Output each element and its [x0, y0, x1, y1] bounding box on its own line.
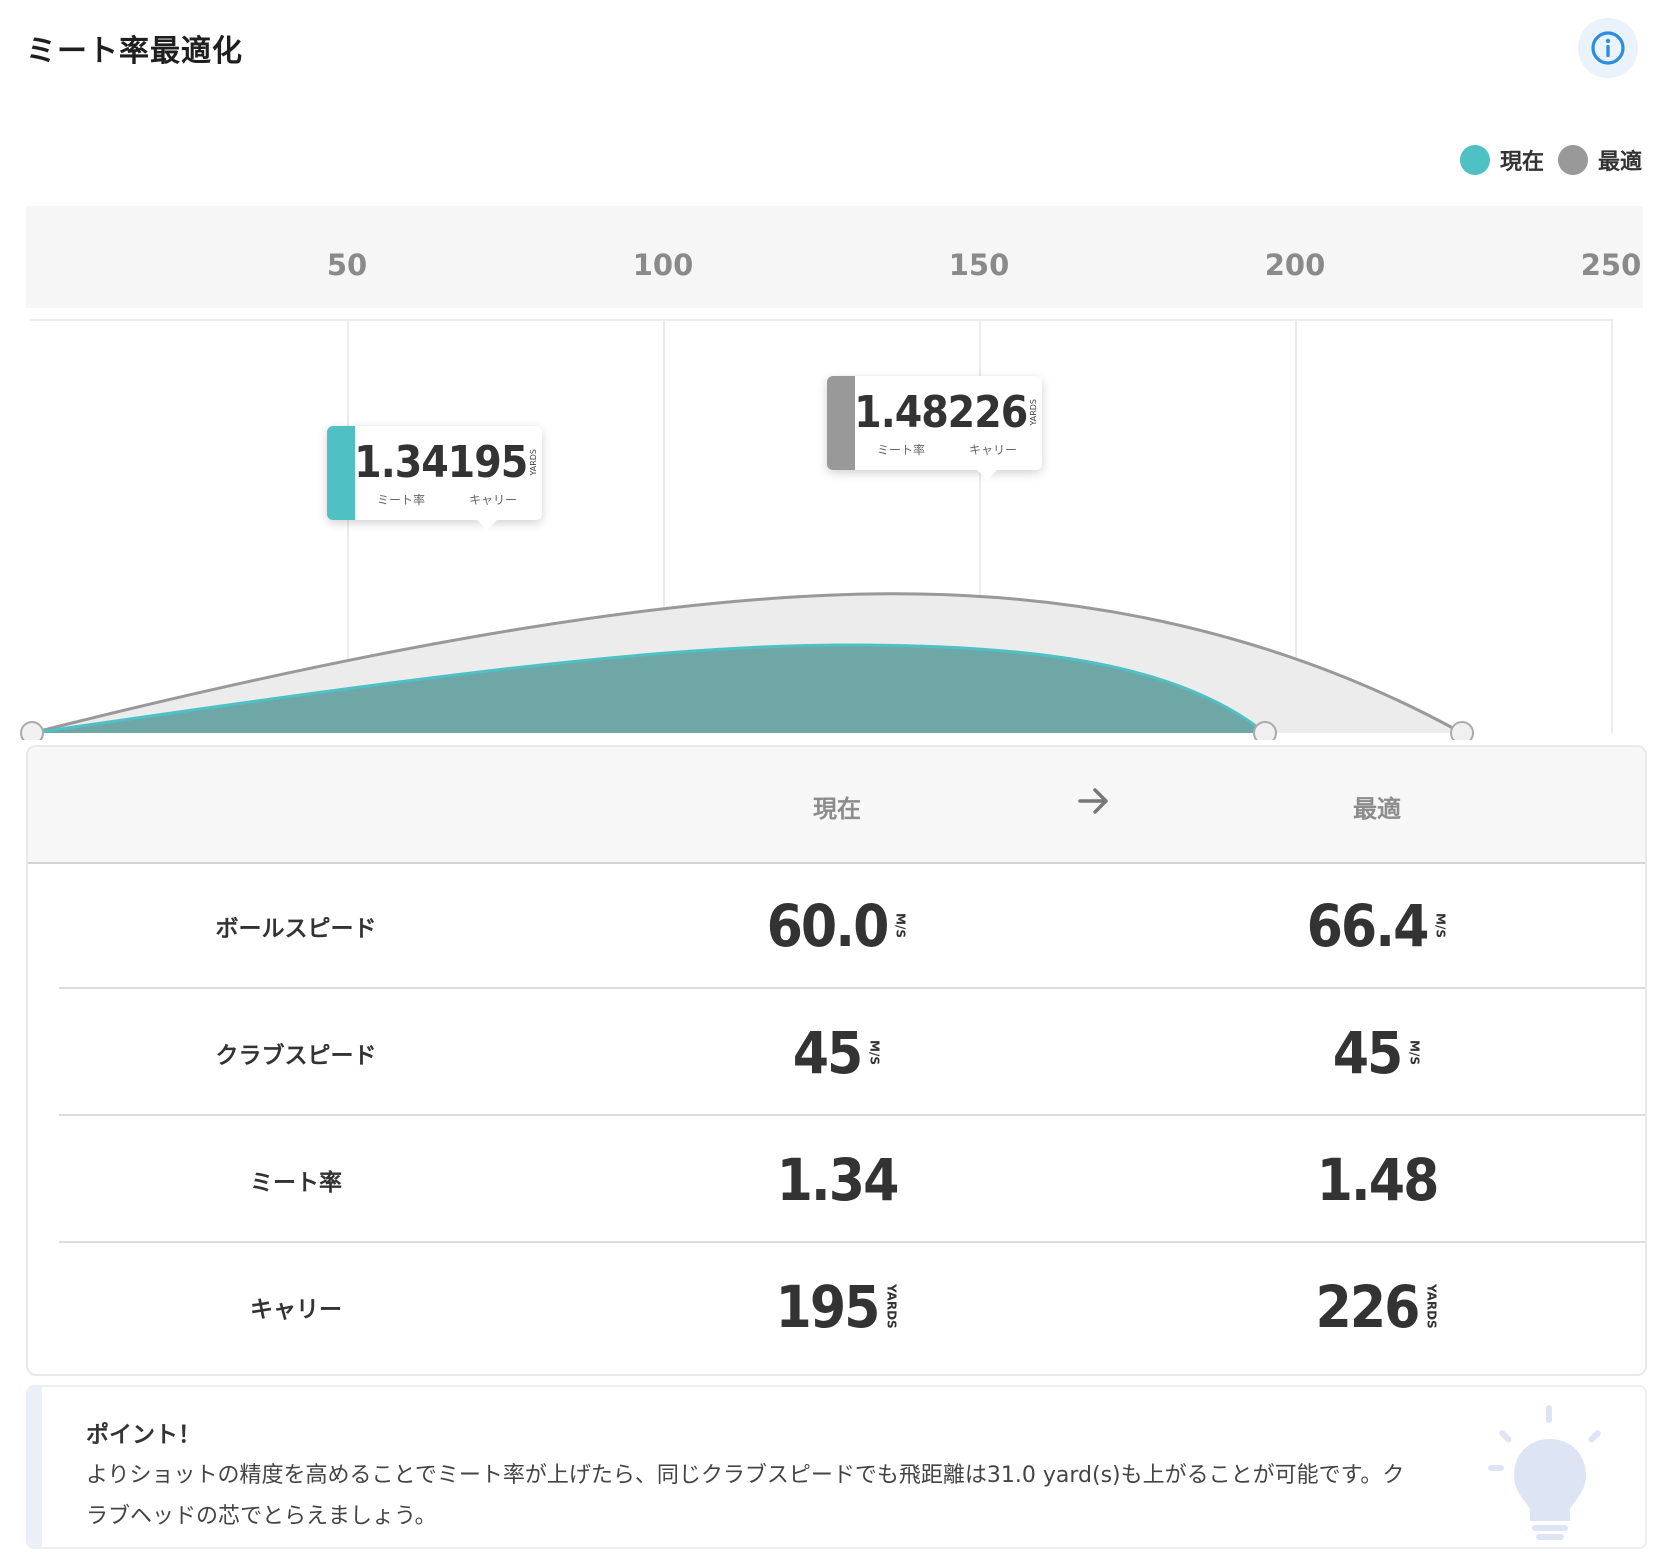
x-tick-label: 200 [1264, 248, 1326, 282]
arrow-right-icon [1078, 788, 1108, 814]
tooltip-meet-rate: 1.34 ミート率 [354, 426, 449, 520]
header-optimal: 最適 [1353, 795, 1401, 823]
table-row: クラブスピード 45 M/S 45 M/S [28, 989, 1645, 1116]
value-unit: YARDS [1424, 1284, 1439, 1329]
optimal-value: 45 M/S [1333, 1019, 1422, 1087]
tooltip-carry-label: キャリー [968, 442, 1017, 457]
current-value: 45 M/S [793, 1019, 882, 1087]
lightbulb-icon [1488, 1405, 1601, 1540]
row-label: ミート率 [250, 1169, 342, 1196]
tooltip-carry-value: 226 [947, 386, 1029, 438]
x-tick-label: 50 [326, 248, 368, 282]
info-button[interactable] [1578, 18, 1638, 78]
table-header: 現在 最適 [28, 747, 1645, 864]
tip-body: よりショットの精度を高めることでミート率が上げたら、同じクラブスピードでも飛距離… [86, 1463, 1405, 1529]
legend-label-current: 現在 [1499, 150, 1544, 175]
tooltip-carry-unit: YARDS [1029, 399, 1039, 426]
tip-card: ポイント！ よりショットの精度を高めることでミート率が上げたら、同じクラブスピー… [26, 1385, 1647, 1549]
x-axis-band [26, 206, 1643, 308]
row-label: キャリー [250, 1296, 342, 1323]
x-tick-label: 100 [632, 248, 694, 282]
tooltip-carry-label: キャリー [468, 492, 517, 507]
legend-dot-current [1459, 145, 1490, 175]
legend-item-current: 現在 [1459, 144, 1544, 176]
tooltip-meet-rate-label: ミート率 [376, 492, 425, 507]
current-trajectory-area [32, 645, 1265, 733]
page-title: ミート率最適化 [26, 34, 243, 69]
table-row: ミート率 1.34 1.48 [28, 1116, 1645, 1243]
value-number: 1.48 [1316, 1145, 1440, 1214]
legend-dot-optimal [1557, 145, 1588, 175]
value-unit: M/S [1433, 913, 1448, 938]
tooltip-carry: 195 YARDS キャリー [447, 426, 539, 520]
value-number: 195 [775, 1272, 881, 1341]
value-number: 45 [1332, 1018, 1404, 1087]
tooltip-color-bar [327, 426, 355, 520]
tooltip-meet-rate-label: ミート率 [876, 442, 925, 457]
tooltip-meet-rate: 1.48 ミート率 [854, 376, 949, 470]
table-row: ボールスピード 60.0 M/S 66.4 M/S [28, 862, 1645, 989]
value-unit: M/S [867, 1040, 882, 1065]
optimal-value: 1.48 [1316, 1145, 1440, 1214]
value-number: 226 [1315, 1272, 1421, 1341]
comparison-table: 現在 最適 ボールスピード 60.0 M/S 66.4 M/S クラブスピード … [26, 745, 1647, 1376]
tip-title: ポイント！ [86, 1422, 201, 1448]
value-unit: M/S [1407, 1040, 1422, 1065]
legend-item-optimal: 最適 [1557, 144, 1642, 176]
chart-legend: 現在 最適 [1459, 144, 1642, 176]
value-number: 1.34 [776, 1145, 900, 1214]
x-tick-label: 150 [948, 248, 1010, 282]
x-tick-label: 250 [1580, 248, 1642, 282]
tooltip-meet-rate-value: 1.48 [854, 386, 949, 438]
optimal-trajectory-area [32, 593, 1462, 733]
value-unit: YARDS [884, 1284, 899, 1329]
current-value: 1.34 [776, 1145, 900, 1214]
tooltip-carry-unit: YARDS [529, 449, 539, 476]
optimal-landing-point [1450, 721, 1474, 740]
current-trajectory-line [31, 643, 1266, 735]
tooltip-meet-rate-value: 1.34 [354, 436, 449, 488]
value-number: 60.0 [766, 891, 890, 960]
tip-accent-bar [28, 1387, 42, 1547]
tooltip-color-bar [827, 376, 855, 470]
row-label: ボールスピード [215, 915, 377, 942]
value-number: 45 [792, 1018, 864, 1087]
value-unit: M/S [893, 913, 908, 938]
current-landing-point [1253, 721, 1277, 740]
row-label: クラブスピード [215, 1042, 377, 1069]
legend-label-optimal: 最適 [1597, 150, 1642, 175]
value-number: 66.4 [1306, 891, 1430, 960]
current-value: 195 YARDS [776, 1273, 899, 1341]
trajectory-chart [20, 319, 1613, 740]
header-current: 現在 [813, 795, 861, 823]
tooltip-carry: 226 YARDS キャリー [947, 376, 1039, 470]
optimal-tooltip: 1.48 ミート率 226 YARDS キャリー [827, 376, 1042, 480]
table-row: キャリー 195 YARDS 226 YARDS [28, 1243, 1645, 1370]
info-icon [1591, 31, 1625, 65]
optimal-value: 66.4 M/S [1307, 892, 1448, 960]
current-value: 60.0 M/S [767, 892, 908, 960]
trajectory-start-point [20, 721, 44, 740]
optimal-value: 226 YARDS [1316, 1273, 1439, 1341]
tooltip-carry-value: 195 [447, 436, 529, 488]
optimal-trajectory-line [31, 592, 1463, 735]
current-tooltip: 1.34 ミート率 195 YARDS キャリー [327, 426, 542, 530]
grid-lines [30, 319, 1613, 733]
